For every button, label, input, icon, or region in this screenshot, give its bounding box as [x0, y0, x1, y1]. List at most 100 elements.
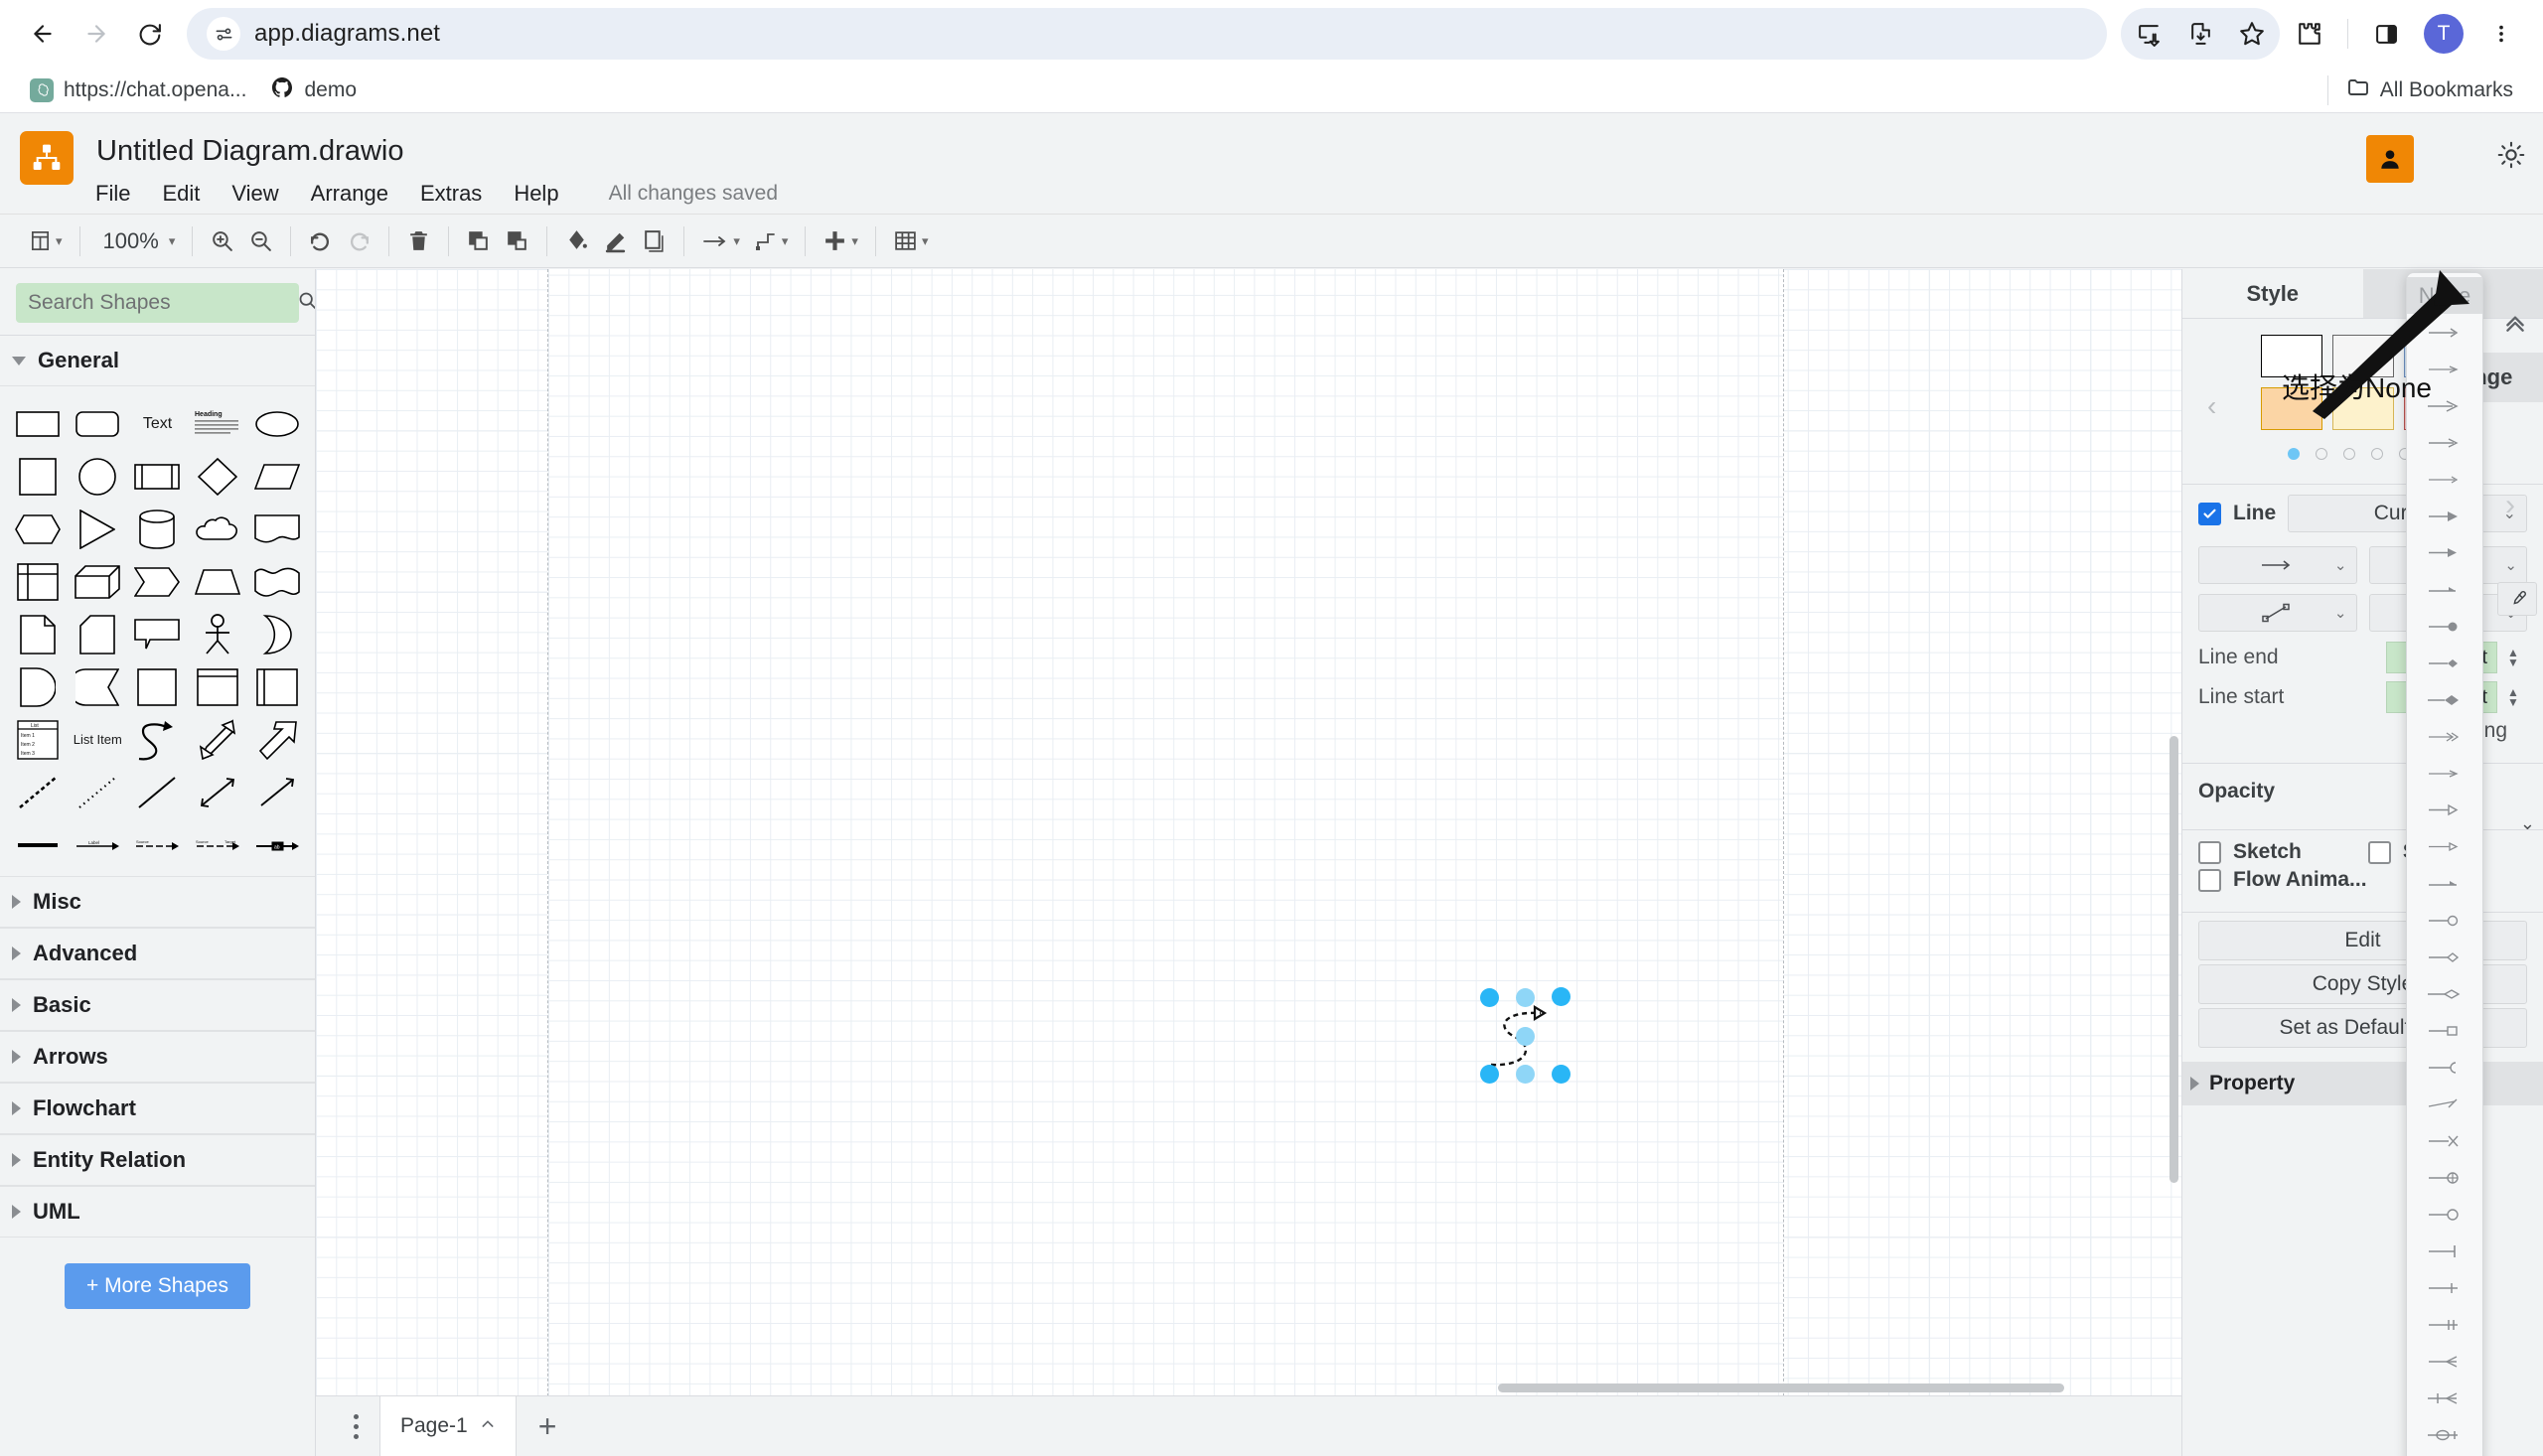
- swatch-page-dot[interactable]: [2287, 448, 2300, 460]
- shape-actor[interactable]: [188, 609, 247, 659]
- extensions-puzzle-icon[interactable]: [2284, 8, 2335, 60]
- search-input[interactable]: [28, 291, 297, 315]
- chevron-down-icon[interactable]: ▾: [922, 233, 929, 249]
- shape-cube[interactable]: [68, 556, 127, 607]
- shadow-checkbox[interactable]: [2367, 840, 2391, 864]
- shape-rectangle[interactable]: [8, 398, 68, 449]
- chevron-down-icon[interactable]: ▾: [56, 233, 63, 249]
- edge-handle[interactable]: [1552, 1065, 1571, 1084]
- diagram-canvas[interactable]: [316, 269, 2181, 1395]
- line-start-stepper[interactable]: ▲ ▼: [2507, 686, 2527, 708]
- shape-rounded-rectangle[interactable]: [68, 398, 127, 449]
- shape-curve-arrow[interactable]: [127, 714, 187, 765]
- shape-source-target-arrow[interactable]: Source: [127, 819, 187, 870]
- double-chevron-up-icon[interactable]: [2493, 300, 2537, 344]
- dropdown-item-circle-outline[interactable]: [2407, 902, 2482, 939]
- shape-list-item[interactable]: List Item: [68, 714, 127, 765]
- dropdown-item-classic-arrow-alt[interactable]: [2407, 755, 2482, 792]
- install-icon[interactable]: [2123, 8, 2174, 60]
- shape-step[interactable]: [127, 556, 187, 607]
- shape-plain-line[interactable]: [127, 767, 187, 817]
- waypoints-icon[interactable]: ▾: [747, 219, 796, 263]
- brightness-sun-icon[interactable]: [2497, 141, 2525, 174]
- dropdown-item-cross-end[interactable]: [2407, 1122, 2482, 1159]
- menu-edit[interactable]: Edit: [162, 181, 200, 207]
- fill-color-icon[interactable]: [557, 219, 596, 263]
- chevron-down-icon[interactable]: ▾: [169, 233, 176, 249]
- scrollbar-thumb[interactable]: [2169, 736, 2178, 1183]
- shape-bidirectional-arrow[interactable]: [188, 714, 247, 765]
- shape-trapezoid[interactable]: [188, 556, 247, 607]
- side-panel-icon[interactable]: [2360, 8, 2412, 60]
- dropdown-item-cross-tee-end[interactable]: [2407, 1269, 2482, 1306]
- connection-arrow-icon[interactable]: ▾: [694, 219, 747, 263]
- redo-icon[interactable]: [340, 219, 378, 263]
- dropdown-item-diamond-filled[interactable]: [2407, 681, 2482, 718]
- dropdown-item-circle-tee[interactable]: [2407, 1416, 2482, 1453]
- shape-document[interactable]: [247, 504, 307, 554]
- shape-triangle[interactable]: [68, 504, 127, 554]
- chevron-right-icon[interactable]: ›: [2505, 489, 2515, 522]
- zoom-in-icon[interactable]: [203, 219, 241, 263]
- chevron-down-icon[interactable]: ▾: [851, 233, 858, 249]
- all-bookmarks-button[interactable]: All Bookmarks: [2319, 74, 2525, 105]
- dropdown-item-diamond-outline[interactable]: [2407, 975, 2482, 1012]
- dropdown-item-circle-plus-end[interactable]: [2407, 1159, 2482, 1196]
- dropdown-item-double-tee-end[interactable]: [2407, 1306, 2482, 1343]
- shape-vertical-container[interactable]: [188, 661, 247, 712]
- line-checkbox[interactable]: [2198, 502, 2221, 525]
- shape-or[interactable]: [247, 609, 307, 659]
- shape-dual-label-arrow[interactable]: Source Target: [188, 819, 247, 870]
- waypoint-style-select[interactable]: ⌄: [2198, 594, 2357, 632]
- dropdown-item-double-open-arrow[interactable]: [2407, 718, 2482, 755]
- menu-file[interactable]: File: [95, 181, 130, 207]
- shape-delay[interactable]: [68, 661, 127, 712]
- shape-boxed-label-arrow[interactable]: ab: [247, 819, 307, 870]
- more-shapes-button[interactable]: + More Shapes: [64, 1263, 250, 1309]
- shape-horizontal-container[interactable]: [247, 661, 307, 712]
- edge-handle[interactable]: [1480, 988, 1499, 1007]
- canvas-vertical-scrollbar[interactable]: [2166, 269, 2181, 1395]
- edge-handle[interactable]: [1516, 1027, 1535, 1046]
- vertical-dots-icon[interactable]: [332, 1413, 379, 1439]
- bring-to-front-icon[interactable]: [459, 219, 498, 263]
- undo-icon[interactable]: [301, 219, 340, 263]
- shape-data-storage[interactable]: [8, 661, 68, 712]
- line-end-stepper[interactable]: ▲ ▼: [2507, 647, 2527, 668]
- shape-container[interactable]: [127, 661, 187, 712]
- menu-view[interactable]: View: [231, 181, 278, 207]
- canvas-horizontal-scrollbar[interactable]: [316, 1380, 2181, 1395]
- chevron-down-icon[interactable]: ▾: [782, 233, 789, 249]
- forward-arrow-icon[interactable]: [70, 7, 123, 61]
- sidebar-section-advanced[interactable]: Advanced: [0, 928, 315, 979]
- insert-plus-icon[interactable]: ▾: [816, 219, 865, 263]
- edge-handle[interactable]: [1480, 1065, 1499, 1084]
- shape-circle[interactable]: [68, 451, 127, 502]
- chevron-left-icon[interactable]: ‹: [2207, 390, 2216, 422]
- search-shapes-box[interactable]: [16, 283, 315, 323]
- dropdown-item-crows-foot-tee[interactable]: [2407, 1380, 2482, 1416]
- shape-tape[interactable]: [247, 556, 307, 607]
- user-avatar-icon[interactable]: [2366, 135, 2414, 183]
- edge-handle[interactable]: [1552, 987, 1571, 1006]
- address-bar[interactable]: app.diagrams.net: [187, 8, 2107, 60]
- sidebar-section-general[interactable]: General: [0, 335, 315, 386]
- shape-diamond[interactable]: [188, 451, 247, 502]
- shape-directional-line[interactable]: [247, 767, 307, 817]
- table-grid-icon[interactable]: ▾: [886, 219, 936, 263]
- sidebar-section-uml[interactable]: UML: [0, 1186, 315, 1238]
- bookmark-item-demo[interactable]: demo: [258, 72, 369, 108]
- dropdown-item-circle-end[interactable]: [2407, 1196, 2482, 1233]
- property-column[interactable]: Property: [2182, 1072, 2424, 1095]
- trash-icon[interactable]: [399, 219, 438, 263]
- zoom-control[interactable]: 100% ▾: [90, 219, 183, 263]
- dropdown-item-open-thin-arrow[interactable]: [2407, 461, 2482, 498]
- sidebar-section-arrows[interactable]: Arrows: [0, 1031, 315, 1083]
- profile-avatar[interactable]: T: [2424, 14, 2464, 54]
- dropdown-item-diamond-filled-small[interactable]: [2407, 645, 2482, 681]
- plus-icon[interactable]: +: [517, 1410, 579, 1442]
- shape-textbox[interactable]: Heading: [188, 398, 247, 449]
- shape-cloud[interactable]: [188, 504, 247, 554]
- dropdown-item-open-triangle[interactable]: [2407, 792, 2482, 828]
- download-icon[interactable]: [2174, 8, 2226, 60]
